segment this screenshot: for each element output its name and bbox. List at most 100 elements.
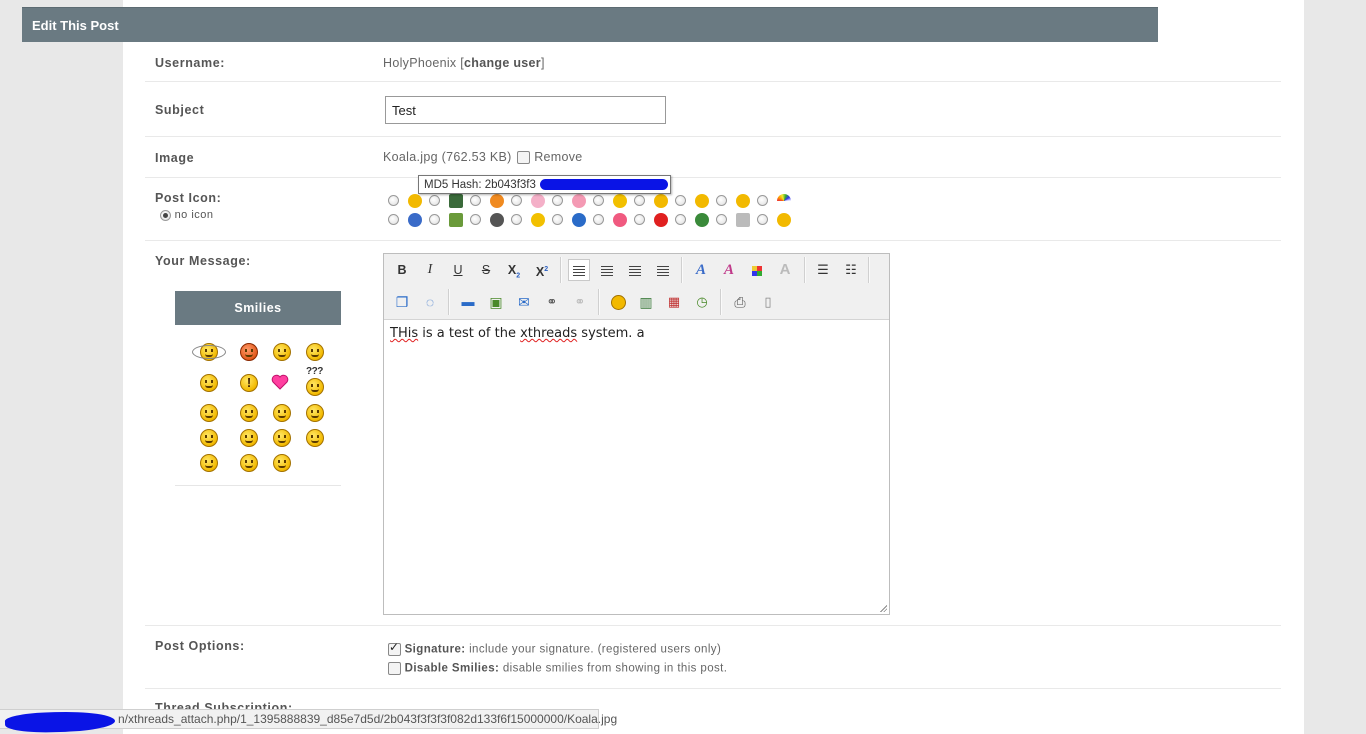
post-icon-option[interactable]: [757, 193, 791, 209]
message-textarea[interactable]: THis is a test of the xthreads system. a: [390, 326, 645, 341]
remove-link-icon[interactable]: ⚭: [569, 291, 591, 313]
insert-video-icon[interactable]: ▥: [635, 291, 657, 313]
post-icon-radio[interactable]: [470, 195, 481, 206]
post-icon-option[interactable]: [470, 193, 504, 209]
print-icon[interactable]: ⎙: [729, 291, 751, 313]
post-icon-radio[interactable]: [429, 214, 440, 225]
post-icon-option[interactable]: [511, 193, 545, 209]
align-left-button[interactable]: [568, 259, 590, 281]
justify-button[interactable]: [652, 259, 674, 281]
post-icon-option[interactable]: [716, 193, 750, 209]
sad-smiley-icon[interactable]: [273, 454, 291, 472]
insert-date-icon[interactable]: ▦: [663, 291, 685, 313]
post-icon-radio[interactable]: [593, 214, 604, 225]
post-icon-option[interactable]: [511, 212, 545, 228]
numbered-list-icon[interactable]: ☷: [840, 259, 862, 281]
speech-bubble-icon[interactable]: ◌: [419, 291, 441, 313]
sleepy-smiley-icon[interactable]: [240, 404, 258, 422]
post-icon-option[interactable]: [675, 193, 709, 209]
align-center-button[interactable]: [596, 259, 618, 281]
insert-image-icon[interactable]: ▣: [485, 291, 507, 313]
post-icon-radio[interactable]: [429, 195, 440, 206]
disable-smilies-checkbox[interactable]: [388, 662, 401, 675]
superscript-button[interactable]: X2: [531, 259, 553, 281]
cool-smiley-icon[interactable]: [200, 374, 218, 392]
editor-resize-handle[interactable]: [880, 605, 887, 612]
post-icon-radio[interactable]: [757, 214, 768, 225]
bullet-list-icon[interactable]: ☰: [812, 259, 834, 281]
post-icon-option[interactable]: [429, 193, 463, 209]
post-icon-option[interactable]: [429, 212, 463, 228]
idea-smiley-icon[interactable]: [200, 404, 218, 422]
subject-input[interactable]: [385, 96, 666, 124]
remove-checkbox[interactable]: [517, 151, 531, 165]
shades-smiley-icon[interactable]: [240, 429, 258, 447]
post-icon-radio[interactable]: [388, 195, 399, 206]
post-icon-radio[interactable]: [634, 214, 645, 225]
happy-smiley-icon[interactable]: [306, 404, 324, 422]
post-icon-option[interactable]: [593, 193, 627, 209]
post-icon-radio[interactable]: [716, 214, 727, 225]
post-icon-radio[interactable]: [552, 195, 563, 206]
post-icon-option[interactable]: [470, 212, 504, 228]
disable-smilies-option[interactable]: Disable Smilies: disable smilies from sh…: [388, 662, 727, 675]
post-icon-option[interactable]: [675, 212, 709, 228]
angry-smiley-icon[interactable]: [240, 343, 258, 361]
smile-smiley-icon[interactable]: [240, 454, 258, 472]
change-user-link[interactable]: change user: [464, 56, 541, 70]
post-icon-option[interactable]: [757, 212, 791, 228]
insert-link-icon[interactable]: ⚭: [541, 291, 563, 313]
post-icon-radio[interactable]: [552, 214, 563, 225]
underline-button[interactable]: U: [447, 259, 469, 281]
post-icon-radio[interactable]: [675, 195, 686, 206]
post-icon-option[interactable]: [716, 212, 750, 228]
color-picker-icon[interactable]: [746, 259, 768, 281]
post-icon-radio[interactable]: [388, 214, 399, 225]
post-icon-option[interactable]: [552, 193, 586, 209]
post-icon-radio[interactable]: [675, 214, 686, 225]
exclamation-smiley-icon[interactable]: !: [240, 374, 258, 392]
font-icon[interactable]: A: [690, 259, 712, 281]
post-icon-option[interactable]: [552, 212, 586, 228]
post-icon-option[interactable]: [593, 212, 627, 228]
post-icon-radio[interactable]: [634, 195, 645, 206]
italic-button[interactable]: I: [419, 259, 441, 281]
post-icon-radio[interactable]: [511, 195, 522, 206]
grin-smiley-icon[interactable]: [200, 429, 218, 447]
horizontal-rule-icon[interactable]: ▬: [457, 291, 479, 313]
no-icon-radio[interactable]: [160, 209, 171, 221]
signature-option[interactable]: Signature: include your signature. (regi…: [388, 640, 721, 656]
message-text-part: is a test of the: [418, 326, 521, 341]
view-source-icon[interactable]: ▯: [757, 291, 779, 313]
no-icon-option[interactable]: no icon: [160, 209, 214, 221]
image-filename[interactable]: Koala.jpg: [383, 150, 438, 164]
font-size-icon[interactable]: A: [718, 259, 740, 281]
signature-checkbox[interactable]: [388, 640, 401, 656]
post-icon-radio[interactable]: [470, 214, 481, 225]
confused-smiley-icon[interactable]: [306, 343, 324, 361]
tongue-smiley-icon[interactable]: [306, 429, 324, 447]
post-icon-option[interactable]: [634, 212, 668, 228]
post-icon-radio[interactable]: [511, 214, 522, 225]
post-icon-option[interactable]: [388, 193, 422, 209]
puzzled-smiley-icon[interactable]: [306, 378, 324, 396]
teeth-smiley-icon[interactable]: [273, 429, 291, 447]
strikethrough-button[interactable]: S: [475, 259, 497, 281]
post-icon-radio[interactable]: [757, 195, 768, 206]
heart-smiley-icon[interactable]: [271, 374, 289, 390]
quote-icon[interactable]: ❐: [391, 291, 413, 313]
blush-smiley-icon[interactable]: [200, 454, 218, 472]
insert-smiley-icon[interactable]: [607, 291, 629, 313]
post-icon-option[interactable]: [388, 212, 422, 228]
insert-time-icon[interactable]: ◷: [691, 291, 713, 313]
remove-format-icon[interactable]: A: [774, 259, 796, 281]
align-right-button[interactable]: [624, 259, 646, 281]
post-icon-option[interactable]: [634, 193, 668, 209]
insert-email-icon[interactable]: ✉: [513, 291, 535, 313]
hmm-smiley-icon[interactable]: [273, 404, 291, 422]
post-icon-radio[interactable]: [716, 195, 727, 206]
subscript-button[interactable]: X2: [503, 259, 525, 281]
post-icon-radio[interactable]: [593, 195, 604, 206]
bold-button[interactable]: B: [391, 259, 413, 281]
wink-smiley-icon[interactable]: [273, 343, 291, 361]
